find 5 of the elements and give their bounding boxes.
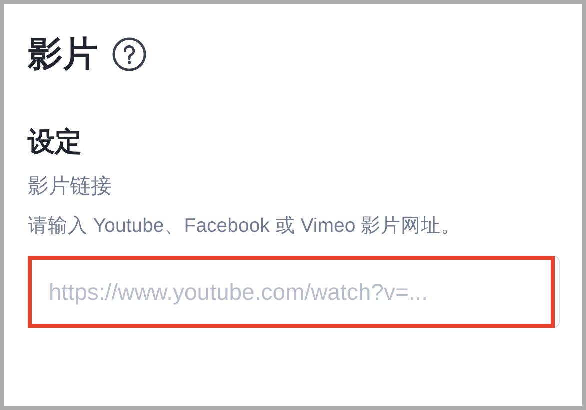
help-icon[interactable] — [112, 36, 147, 72]
field-label: 影片链接 — [28, 174, 113, 200]
section-heading: 设定 — [28, 126, 83, 159]
help-text: 请输入 Youtube、Facebook 或 Vimeo 影片网址。 — [28, 214, 462, 239]
panel-title: 影片 — [28, 34, 98, 76]
